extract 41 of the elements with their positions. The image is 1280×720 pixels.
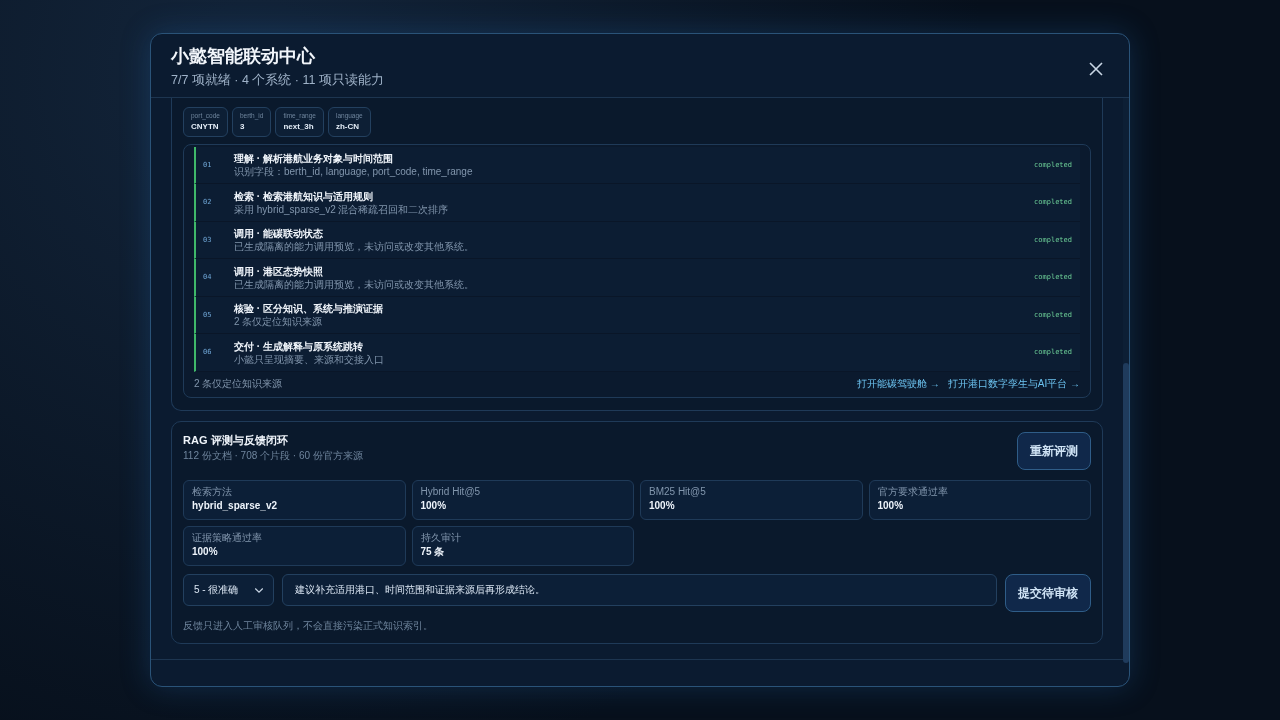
param-value: next_3h: [283, 120, 315, 133]
metric-value: 75 条: [420, 544, 446, 559]
metric-value: 100%: [420, 498, 448, 513]
param-value: 3: [239, 120, 246, 133]
link[interactable]: 打开能碳驾驶舱 →: [857, 375, 940, 391]
metric-value: 100%: [649, 498, 676, 513]
feedback-note: 反馈只进入人工审核队列，不会直接污染正式知识索引。: [183, 618, 434, 633]
step-detail: 采用 hybrid_sparse_v2 混合稀疏召回和二次排序: [234, 202, 450, 216]
metric-label: 检索方法: [192, 484, 233, 498]
step-title: 理解 · 解析港航业务对象与时间范围: [234, 152, 394, 165]
step-detail: 已生成隔离的能力调用预览，未访问或改变其他系统。: [234, 277, 475, 291]
section-title: RAG 评测与反馈闭环: [183, 432, 289, 448]
close-icon: [1089, 62, 1103, 76]
step-detail: 识别字段：berth_id, language, port_code, time_range: [234, 165, 474, 178]
metric-label: Hybrid Hit@5: [420, 484, 482, 498]
dialog-title: 小懿智能联动中心: [171, 45, 316, 68]
step-title: 调用 · 能碳联动状态: [234, 227, 324, 240]
feedback-field[interactable]: 建议补充适用港口、时间范围和证据来源后再形成结论。: [281, 573, 997, 606]
rerun-button[interactable]: 重新评测: [1017, 431, 1091, 470]
step-detail: 小懿只呈现摘要、来源和交接入口: [234, 352, 385, 366]
metric-value: hybrid_sparse_v2: [192, 498, 279, 513]
step-title: 核验 · 区分知识、系统与推演证据: [234, 302, 384, 315]
metric-label: 证据策略通过率: [192, 530, 263, 544]
submit-button[interactable]: 提交待审核: [1005, 573, 1091, 612]
metric-label: BM25 Hit@5: [649, 484, 707, 498]
section-meta: 112 份文档 · 708 个片段 · 60 份官方来源: [183, 449, 363, 464]
param-value: CNYTN: [191, 120, 220, 133]
step-detail: 已生成隔离的能力调用预览，未访问或改变其他系统。: [234, 240, 475, 253]
step-title: 交付 · 生成解释与原系统跳转: [234, 339, 364, 353]
footnote: 2 条仅定位知识来源: [194, 376, 283, 391]
step-detail: 2 条仅定位知识来源: [234, 315, 324, 328]
step-title: 调用 · 港区态势快照: [234, 264, 324, 278]
param-value: zh-CN: [335, 120, 361, 133]
step-title: 检索 · 检索港航知识与适用规则: [234, 189, 374, 203]
metric-value: 100%: [192, 544, 219, 559]
metric-label: 持久审计: [420, 530, 462, 544]
rating-select[interactable]: 5 - 很准确: [183, 573, 274, 606]
metric-value: 100%: [877, 498, 905, 513]
link[interactable]: 打开港口数字孪生与AI平台 →: [947, 375, 1080, 391]
dialog-subtitle: 7/7 项就绪 · 4 个系统 · 11 项只读能力: [171, 72, 384, 89]
metric-label: 官方要求通过率: [877, 484, 949, 498]
